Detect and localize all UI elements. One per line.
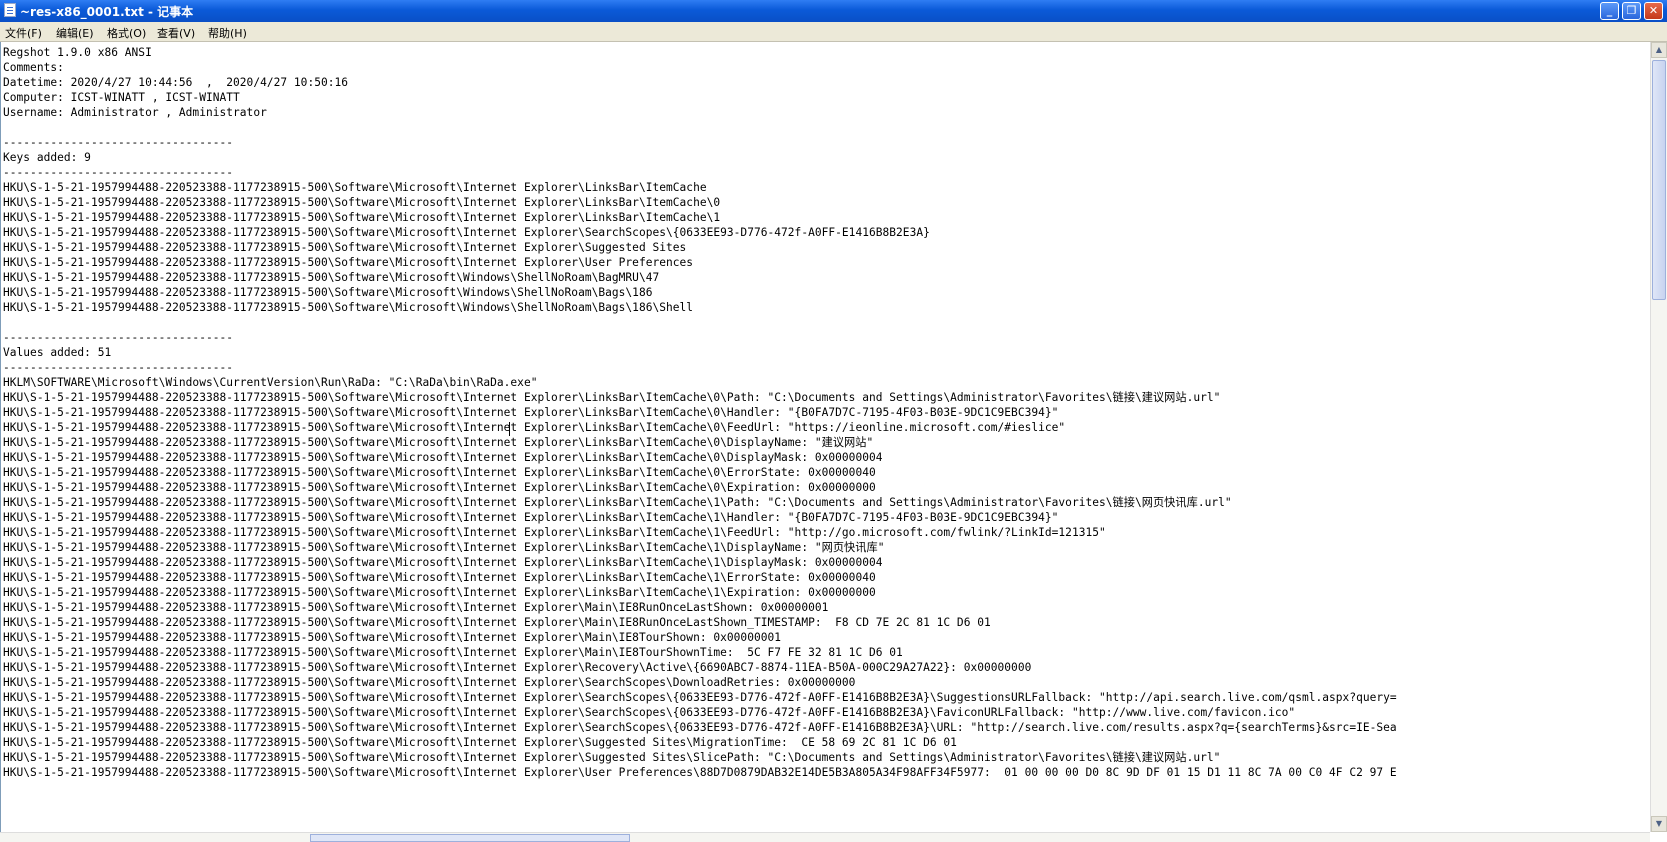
menu-format[interactable]: 格式(O) [107, 25, 146, 41]
scroll-down-icon[interactable]: ▼ [1651, 816, 1667, 832]
text-line: HKU\S-1-5-21-1957994488-220523388-117723… [3, 211, 721, 224]
text-line: HKU\S-1-5-21-1957994488-220523388-117723… [3, 481, 876, 494]
text-line: HKU\S-1-5-21-1957994488-220523388-117723… [3, 241, 687, 254]
text-line: HKU\S-1-5-21-1957994488-220523388-117723… [3, 421, 1066, 434]
text-line: HKU\S-1-5-21-1957994488-220523388-117723… [3, 676, 856, 689]
text-line: HKU\S-1-5-21-1957994488-220523388-117723… [3, 451, 883, 464]
notepad-icon [4, 3, 16, 17]
window-title: ~res-x86_0001.txt - 记事本 [20, 5, 194, 19]
text-line: HKU\S-1-5-21-1957994488-220523388-117723… [3, 496, 1232, 509]
menu-view[interactable]: 查看(V) [157, 25, 195, 41]
text-line: HKU\S-1-5-21-1957994488-220523388-117723… [3, 751, 1221, 764]
text-line: HKU\S-1-5-21-1957994488-220523388-117723… [3, 661, 1032, 674]
text-line: HKU\S-1-5-21-1957994488-220523388-117723… [3, 571, 876, 584]
text-line: HKU\S-1-5-21-1957994488-220523388-117723… [3, 436, 874, 449]
horizontal-scrollbar[interactable] [0, 832, 1650, 842]
text-line: Username: Administrator , Administrator [3, 106, 267, 119]
text-line: HKU\S-1-5-21-1957994488-220523388-117723… [3, 706, 1296, 719]
menu-edit[interactable]: 编辑(E) [56, 25, 94, 41]
text-line: HKU\S-1-5-21-1957994488-220523388-117723… [3, 466, 876, 479]
text-line: HKU\S-1-5-21-1957994488-220523388-117723… [3, 736, 957, 749]
text-line: HKU\S-1-5-21-1957994488-220523388-117723… [3, 541, 885, 554]
text-line: HKU\S-1-5-21-1957994488-220523388-117723… [3, 526, 1106, 539]
text-line: HKU\S-1-5-21-1957994488-220523388-117723… [3, 766, 1397, 779]
text-line: HKU\S-1-5-21-1957994488-220523388-117723… [3, 511, 1059, 524]
vertical-scrollbar[interactable]: ▲ ▼ [1650, 42, 1667, 832]
vertical-scroll-thumb[interactable] [1652, 60, 1666, 300]
text-line: HKU\S-1-5-21-1957994488-220523388-117723… [3, 286, 653, 299]
text-line: ---------------------------------- [3, 136, 234, 149]
close-button[interactable]: ✕ [1644, 2, 1663, 20]
text-line: ---------------------------------- [3, 331, 234, 344]
text-line: HKU\S-1-5-21-1957994488-220523388-117723… [3, 406, 1059, 419]
text-line: Computer: ICST-WINATT , ICST-WINATT [3, 91, 240, 104]
text-line: ---------------------------------- [3, 361, 234, 374]
menu-file[interactable]: 文件(F) [5, 25, 42, 41]
text-line: HKU\S-1-5-21-1957994488-220523388-117723… [3, 586, 876, 599]
text-line: HKU\S-1-5-21-1957994488-220523388-117723… [3, 646, 903, 659]
text-line: HKU\S-1-5-21-1957994488-220523388-117723… [3, 196, 721, 209]
text-line: Comments: [3, 61, 64, 74]
text-line: HKU\S-1-5-21-1957994488-220523388-117723… [3, 601, 829, 614]
minimize-button[interactable]: _ [1600, 2, 1619, 20]
text-line: HKU\S-1-5-21-1957994488-220523388-117723… [3, 691, 1397, 704]
text-line: Keys added: 9 [3, 151, 91, 164]
text-line: HKU\S-1-5-21-1957994488-220523388-117723… [3, 556, 883, 569]
text-line: HKU\S-1-5-21-1957994488-220523388-117723… [3, 256, 694, 269]
text-line: HKU\S-1-5-21-1957994488-220523388-117723… [3, 616, 991, 629]
text-line: Datetime: 2020/4/27 10:44:56 , 2020/4/27… [3, 76, 349, 89]
horizontal-scroll-thumb[interactable] [310, 834, 630, 842]
text-line: HKU\S-1-5-21-1957994488-220523388-117723… [3, 631, 782, 644]
text-line: HKU\S-1-5-21-1957994488-220523388-117723… [3, 721, 1397, 734]
maximize-button[interactable]: ❐ [1622, 2, 1641, 20]
title-bar[interactable]: ~res-x86_0001.txt - 记事本 _ ❐ ✕ [0, 0, 1667, 22]
text-line: HKU\S-1-5-21-1957994488-220523388-117723… [3, 271, 660, 284]
scroll-up-icon[interactable]: ▲ [1651, 42, 1667, 58]
text-line: HKU\S-1-5-21-1957994488-220523388-117723… [3, 181, 707, 194]
text-line: HKU\S-1-5-21-1957994488-220523388-117723… [3, 391, 1221, 404]
text-line: HKLM\SOFTWARE\Microsoft\Windows\CurrentV… [3, 376, 538, 389]
text-line: HKU\S-1-5-21-1957994488-220523388-117723… [3, 226, 930, 239]
text-line: Values added: 51 [3, 346, 112, 359]
text-line: Regshot 1.9.0 x86 ANSI [3, 46, 152, 59]
text-line: HKU\S-1-5-21-1957994488-220523388-117723… [3, 301, 694, 314]
menu-bar: 文件(F) 编辑(E) 格式(O) 查看(V) 帮助(H) [0, 22, 1667, 42]
text-line: ---------------------------------- [3, 166, 234, 179]
menu-help[interactable]: 帮助(H) [208, 25, 247, 41]
text-editor[interactable]: Regshot 1.9.0 x86 ANSI Comments: Datetime:… [0, 42, 1650, 840]
